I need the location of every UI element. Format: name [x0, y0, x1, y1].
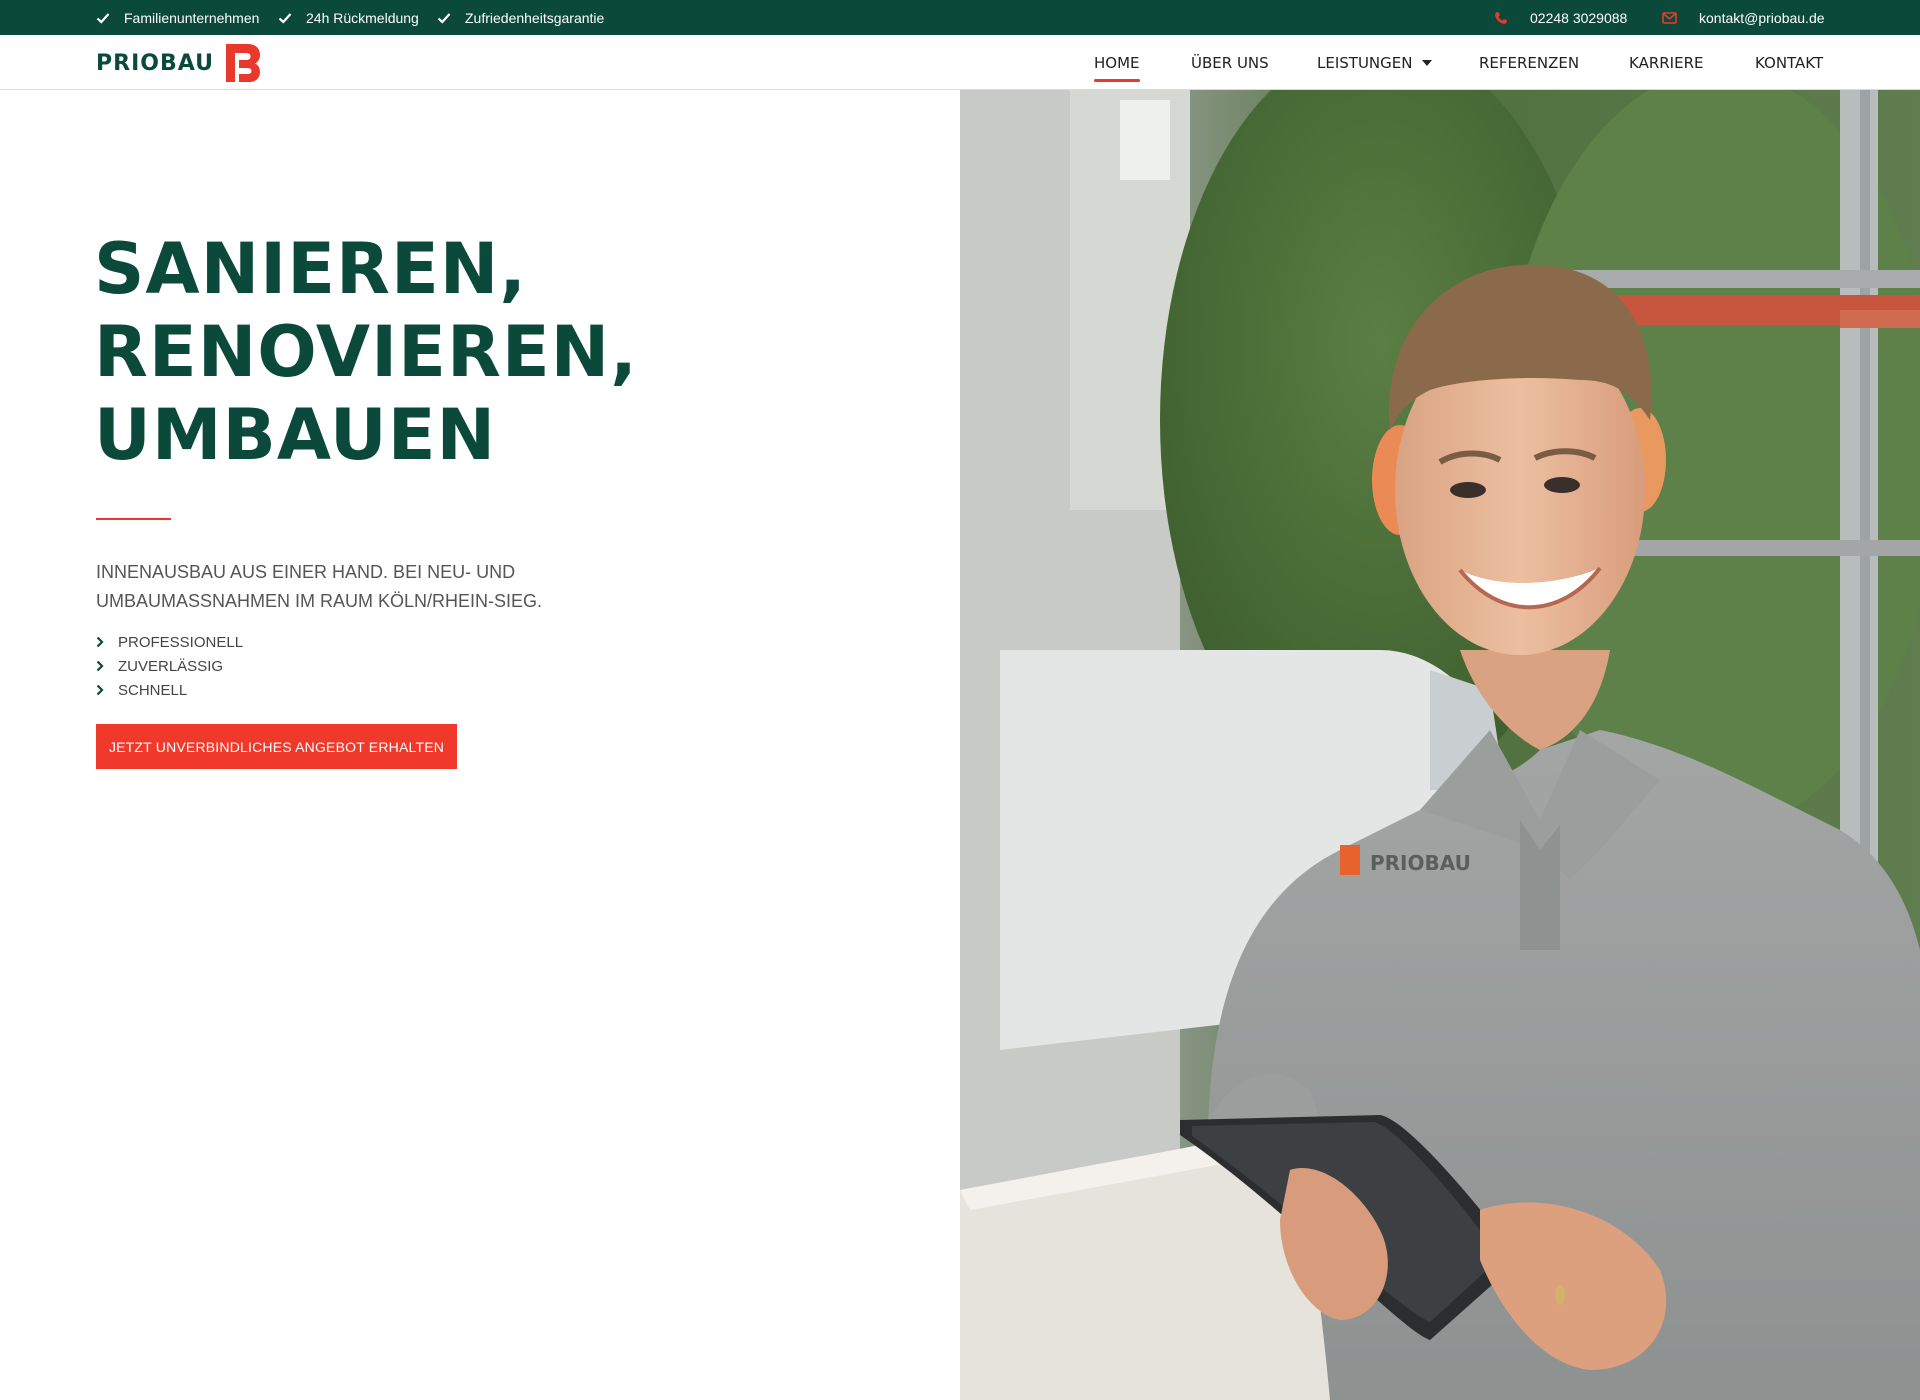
phone-link[interactable]: 02248 3029088 — [1494, 0, 1627, 35]
chevron-right-icon — [96, 660, 104, 672]
logo[interactable]: PRIOBAU — [96, 43, 260, 83]
envelope-icon — [1662, 11, 1677, 24]
nav-item-home[interactable]: HOME — [1094, 35, 1140, 90]
hero-photo: PRIOBAU — [960, 90, 1920, 1400]
caret-down-icon — [1422, 59, 1433, 66]
email-address: kontakt@priobau.de — [1699, 9, 1825, 26]
feature-item: PROFESSIONELL — [96, 630, 243, 654]
hero-photo-illustration: PRIOBAU — [960, 90, 1920, 1400]
feature-label: SCHNELL — [118, 681, 188, 699]
hero-subline: INNENAUSBAU AUS EINER HAND. BEI NEU- UND… — [96, 558, 656, 616]
check-icon — [437, 12, 451, 24]
logo-mark-icon — [225, 44, 260, 82]
usp-item: 24h Rückmeldung — [278, 0, 419, 35]
logo-text: PRIOBAU — [96, 50, 214, 76]
title-divider — [96, 518, 171, 520]
phone-number: 02248 3029088 — [1530, 9, 1628, 26]
shirt-logo-mark — [1340, 845, 1360, 875]
site-header: PRIOBAU HOME ÜBER UNS LEISTUNGEN REFEREN… — [0, 35, 1920, 90]
nav-item-ueber-uns[interactable]: ÜBER UNS — [1191, 35, 1269, 90]
check-icon — [278, 12, 292, 24]
nav-item-kontakt[interactable]: KONTAKT — [1755, 35, 1823, 90]
usp-item: Zufriedenheitsgarantie — [437, 0, 604, 35]
hero-title-line: UMBAUEN — [94, 394, 497, 476]
check-icon — [96, 12, 110, 24]
nav-item-karriere[interactable]: KARRIERE — [1629, 35, 1703, 90]
nav-label: LEISTUNGEN — [1317, 53, 1413, 72]
phone-icon — [1495, 11, 1507, 24]
nav-label: KONTAKT — [1755, 53, 1824, 72]
hero-title-line: RENOVIEREN, — [94, 311, 638, 393]
top-info-bar: Familienunternehmen 24h Rückmeldung Zufr… — [0, 0, 1920, 35]
nav-item-leistungen[interactable]: LEISTUNGEN — [1317, 35, 1433, 90]
nav-label: REFERENZEN — [1479, 53, 1580, 72]
chevron-right-icon — [96, 684, 104, 696]
chevron-right-icon — [96, 636, 104, 648]
feature-list: PROFESSIONELL ZUVERLÄSSIG SCHNELL — [96, 630, 243, 702]
usp-label: Familienunternehmen — [124, 9, 260, 26]
nav-label: KARRIERE — [1629, 53, 1704, 72]
feature-item: SCHNELL — [96, 678, 243, 702]
hero-title-line: SANIEREN, — [94, 228, 527, 310]
request-offer-button[interactable]: JETZT UNVERBINDLICHES ANGEBOT ERHALTEN — [96, 724, 457, 769]
usp-item: Familienunternehmen — [96, 0, 259, 35]
nav-label: ÜBER UNS — [1191, 53, 1269, 72]
shirt-logo-text: PRIOBAU — [1370, 851, 1471, 875]
hero-subline-line: UMBAUMASSNAHMEN IM RAUM KÖLN/RHEIN-SIEG. — [96, 591, 543, 611]
feature-label: ZUVERLÄSSIG — [118, 657, 224, 675]
nav-label: HOME — [1094, 53, 1140, 72]
hero-subline-line: INNENAUSBAU AUS EINER HAND. BEI NEU- UND — [96, 562, 516, 582]
feature-item: ZUVERLÄSSIG — [96, 654, 243, 678]
hero-title: SANIEREN, RENOVIEREN, UMBAUEN — [94, 228, 814, 477]
email-link[interactable]: kontakt@priobau.de — [1662, 0, 1825, 35]
usp-label: Zufriedenheitsgarantie — [465, 9, 605, 26]
nav-item-referenzen[interactable]: REFERENZEN — [1479, 35, 1579, 90]
usp-label: 24h Rückmeldung — [306, 9, 419, 26]
feature-label: PROFESSIONELL — [118, 633, 244, 651]
